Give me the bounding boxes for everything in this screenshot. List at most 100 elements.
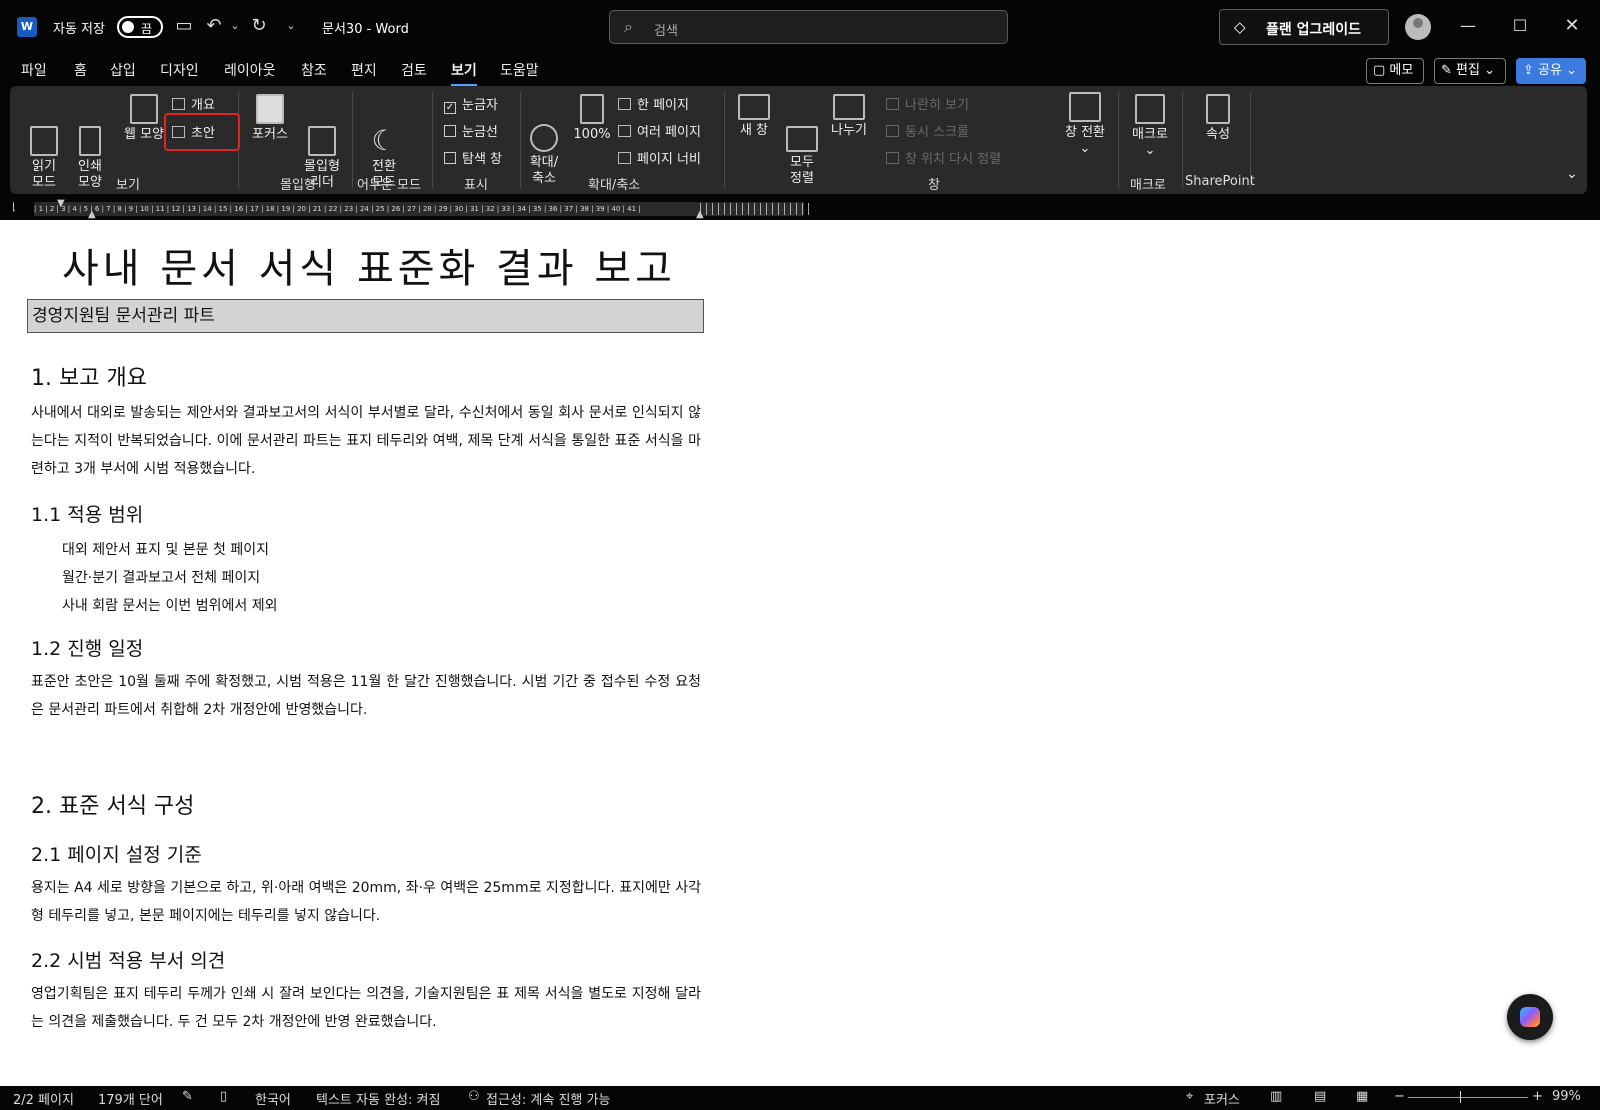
magnifier-icon bbox=[530, 124, 558, 152]
menu-insert[interactable]: 삽입 bbox=[110, 60, 136, 80]
sharepoint-properties-icon bbox=[1206, 94, 1230, 124]
read-mode-button[interactable]: 읽기 모드 bbox=[24, 94, 64, 207]
undo-dropdown-icon[interactable]: ⌄ bbox=[224, 15, 246, 37]
collapse-ribbon-icon[interactable]: ⌄ bbox=[1566, 166, 1578, 182]
document-page[interactable]: 사내 문서 서식 표준화 결과 보고 경영지원팀 문서관리 파트 1. 보고 개… bbox=[0, 220, 1600, 1086]
share-button[interactable]: ⇪ 공유 ⌄ bbox=[1516, 58, 1586, 84]
side-by-side-button[interactable]: 나란히 보기 bbox=[886, 94, 969, 113]
group-separator bbox=[724, 92, 725, 188]
switch-windows-button[interactable]: 창 전환 ⌄ bbox=[1062, 92, 1108, 157]
read-mode-icon[interactable]: ▥ bbox=[1270, 1089, 1282, 1104]
gridlines-checkbox[interactable]: 눈금선 bbox=[444, 121, 498, 140]
zoom-slider[interactable] bbox=[1408, 1091, 1528, 1103]
multiple-pages-icon bbox=[618, 125, 631, 137]
switch-windows-icon bbox=[1069, 92, 1101, 122]
title-bar: W 자동 저장 끔 ▭ ↶ ⌄ ↻ ⌄ 문서30 - Word ⌕ 검색 ◇ 플… bbox=[0, 0, 1600, 54]
language[interactable]: 한국어 bbox=[255, 1089, 291, 1108]
close-icon[interactable]: ✕ bbox=[1560, 14, 1584, 38]
print-layout-icon[interactable]: ▤ bbox=[1314, 1089, 1326, 1104]
arrange-all-button[interactable]: 모두 정렬 bbox=[782, 94, 822, 203]
horizontal-ruler[interactable]: ⌊ | 1 | 2 | 3 | 4 | 5 | 6 | 7 | 8 | 9 | … bbox=[0, 198, 1600, 220]
group-separator bbox=[432, 92, 433, 188]
zoom-button[interactable]: 확대/ 축소 bbox=[524, 92, 564, 203]
group-dark-mode-label: 어두운 모드 bbox=[357, 178, 421, 193]
menu-file[interactable]: 파일 bbox=[21, 60, 47, 80]
print-layout-button[interactable]: 인쇄 모양 bbox=[70, 94, 110, 207]
immersive-reader-icon bbox=[308, 126, 336, 156]
new-window-button[interactable]: 새 창 bbox=[734, 94, 774, 139]
macros-label: 매크로 bbox=[1132, 127, 1168, 142]
zoom-label: 확대/ 축소 bbox=[529, 155, 559, 186]
menu-help[interactable]: 도움말 bbox=[500, 60, 539, 80]
redo-icon[interactable]: ↻ bbox=[248, 15, 270, 37]
checkbox-icon bbox=[444, 152, 456, 164]
list-item: 대외 제안서 표지 및 본문 첫 페이지 bbox=[62, 542, 270, 558]
text-prediction-status[interactable]: 텍스트 자동 완성: 켜짐 bbox=[316, 1089, 440, 1108]
zoom-in-icon[interactable]: + bbox=[1532, 1089, 1543, 1104]
reset-position-button[interactable]: 창 위치 다시 정렬 bbox=[886, 148, 1001, 167]
focus-icon: ⌖ bbox=[1186, 1089, 1194, 1104]
word-count[interactable]: 179개 단어 bbox=[98, 1089, 163, 1108]
zoom-100-button[interactable]: 100% bbox=[572, 94, 612, 143]
web-layout-button[interactable]: 웹 모양 bbox=[118, 94, 170, 143]
book-icon bbox=[30, 126, 58, 156]
outline-button[interactable]: 개요 bbox=[172, 94, 215, 113]
right-indent-marker[interactable]: ▲ bbox=[696, 209, 704, 220]
customize-toolbar-icon[interactable]: ⌄ bbox=[280, 15, 302, 37]
focus-button[interactable]: 포커스 bbox=[248, 94, 292, 143]
switch-windows-label: 창 전환 bbox=[1064, 125, 1105, 140]
minimize-icon[interactable]: — bbox=[1456, 14, 1480, 38]
menu-design[interactable]: 디자인 bbox=[160, 60, 199, 80]
undo-icon[interactable]: ↶ bbox=[203, 15, 225, 37]
tab-selector-icon[interactable]: ⌊ bbox=[12, 202, 16, 213]
upgrade-button[interactable]: ◇ 플랜 업그레이드 bbox=[1219, 9, 1389, 45]
first-line-indent-marker[interactable]: ▼ bbox=[57, 198, 65, 209]
side-by-side-icon bbox=[886, 98, 899, 110]
split-button[interactable]: 나누기 bbox=[828, 94, 870, 139]
focus-mode[interactable]: 포커스 bbox=[1204, 1089, 1240, 1108]
ruler-checkbox[interactable]: ✓ 눈금자 bbox=[444, 94, 498, 114]
search-box[interactable]: ⌕ 검색 bbox=[609, 10, 1008, 44]
menu-layout[interactable]: 레이아웃 bbox=[224, 60, 276, 80]
sync-scroll-button[interactable]: 동시 스크롤 bbox=[886, 121, 969, 140]
accessibility-status[interactable]: 접근성: 계속 진행 가능 bbox=[486, 1089, 610, 1108]
group-separator bbox=[352, 92, 353, 188]
web-layout-label: 웹 모양 bbox=[123, 127, 164, 142]
heading-1: 1. 보고 개요 bbox=[31, 366, 147, 391]
multiple-pages-button[interactable]: 여러 페이지 bbox=[618, 121, 701, 140]
menu-view[interactable]: 보기 bbox=[451, 60, 477, 87]
page-width-icon bbox=[618, 152, 631, 164]
maximize-icon[interactable]: ☐ bbox=[1508, 14, 1532, 38]
account-avatar[interactable] bbox=[1405, 14, 1431, 40]
navigation-pane-checkbox[interactable]: 탐색 창 bbox=[444, 148, 502, 167]
arrange-all-label: 모두 정렬 bbox=[790, 155, 814, 186]
group-separator bbox=[1250, 92, 1251, 188]
web-layout-icon[interactable]: ▦ bbox=[1356, 1089, 1368, 1104]
zoom-level[interactable]: 99% bbox=[1552, 1089, 1581, 1104]
menu-mailings[interactable]: 편지 bbox=[351, 60, 377, 80]
macros-button[interactable]: 매크로 ⌄ bbox=[1124, 94, 1176, 159]
proofing-icon[interactable]: ✎ bbox=[182, 1089, 193, 1104]
memo-button[interactable]: ▢ 메모 bbox=[1366, 58, 1424, 84]
page-width-button[interactable]: 페이지 너비 bbox=[618, 148, 701, 167]
menu-review[interactable]: 검토 bbox=[401, 60, 427, 80]
word-window: W 자동 저장 끔 ▭ ↶ ⌄ ↻ ⌄ 문서30 - Word ⌕ 검색 ◇ 플… bbox=[0, 0, 1600, 1110]
focus-icon bbox=[256, 94, 284, 124]
new-window-label: 새 창 bbox=[739, 123, 769, 138]
menu-bar: 파일 홈 삽입 디자인 레이아웃 참조 편지 검토 보기 도움말 ▢ 메모 ✎ … bbox=[0, 54, 1600, 87]
left-indent-marker[interactable]: ▲ bbox=[88, 209, 96, 220]
moon-icon: ☾ bbox=[371, 124, 397, 157]
edit-mode-button[interactable]: ✎ 편집 ⌄ bbox=[1434, 58, 1506, 84]
save-icon[interactable]: ▭ bbox=[173, 15, 195, 37]
menu-home[interactable]: 홈 bbox=[74, 60, 87, 80]
reset-position-label: 창 위치 다시 정렬 bbox=[905, 152, 1002, 167]
document-subtitle: 경영지원팀 문서관리 파트 bbox=[27, 299, 704, 333]
one-page-button[interactable]: 한 페이지 bbox=[618, 94, 689, 113]
autosave-toggle[interactable]: 끔 bbox=[117, 16, 163, 38]
properties-button[interactable]: 속성 bbox=[1198, 94, 1238, 143]
menu-references[interactable]: 참조 bbox=[301, 60, 327, 80]
copilot-button[interactable] bbox=[1507, 994, 1553, 1040]
book-icon[interactable]: ▯ bbox=[220, 1089, 227, 1104]
page-count[interactable]: 2/2 페이지 bbox=[13, 1089, 74, 1108]
zoom-out-icon[interactable]: − bbox=[1394, 1089, 1405, 1104]
